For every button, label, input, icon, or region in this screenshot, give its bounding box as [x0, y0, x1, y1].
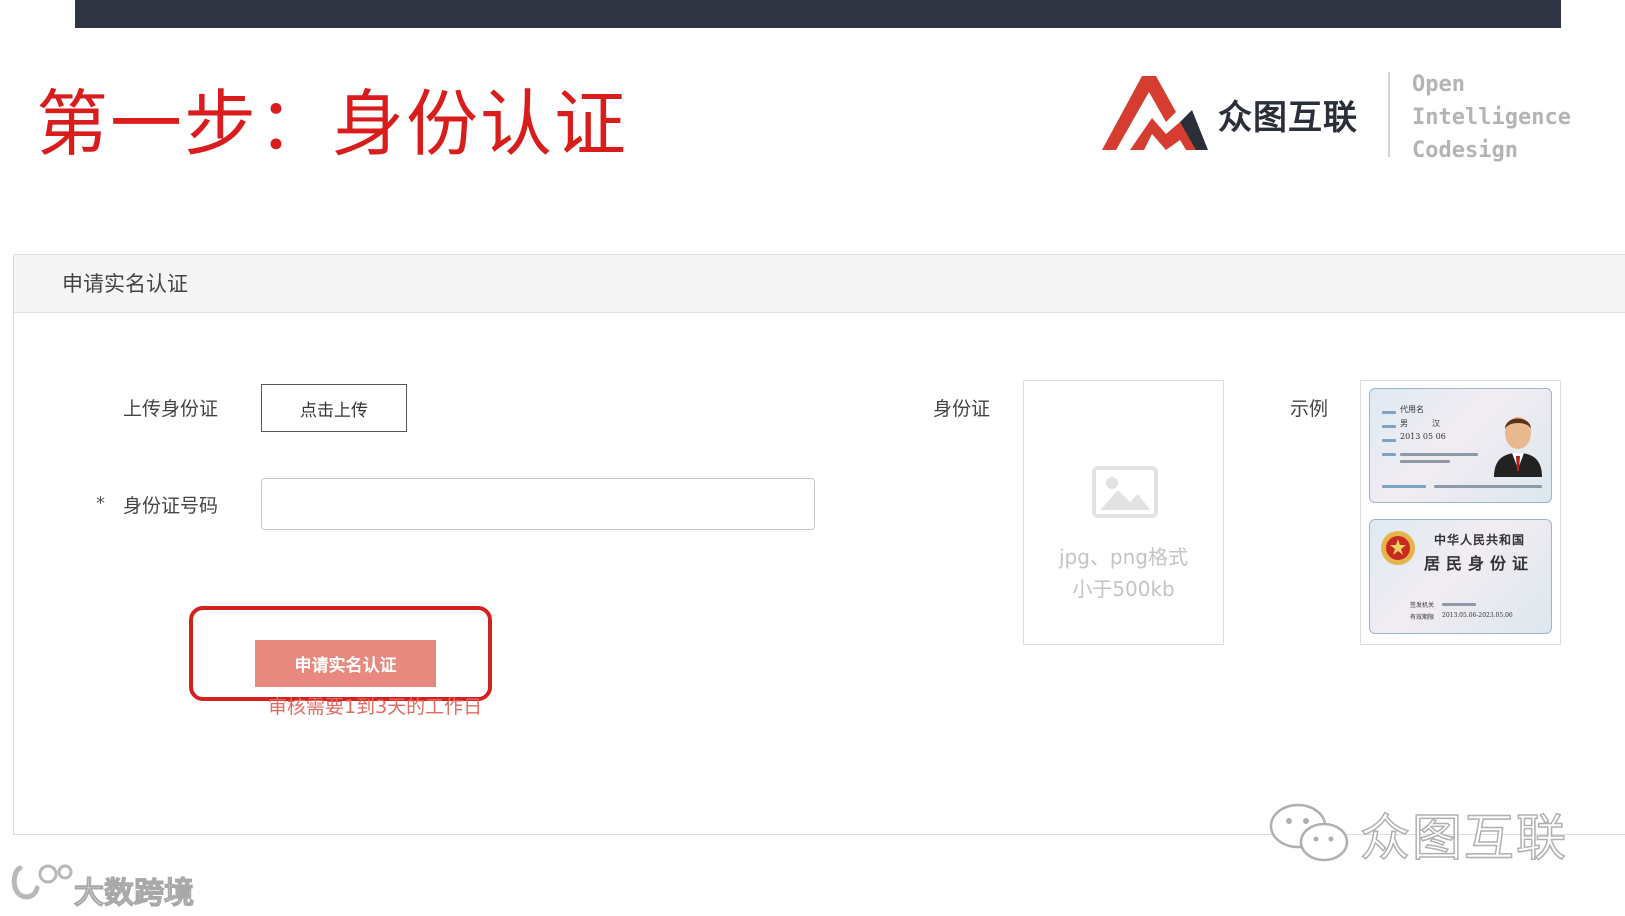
- brand-logo: 众图互联 Open Intelligence Codesign: [1100, 70, 1571, 165]
- tagline-line: Codesign: [1412, 138, 1518, 163]
- tagline-line: Open: [1412, 72, 1465, 97]
- brand-mark-icon: [1102, 76, 1208, 150]
- card-birth-field: 2013 05 06: [1400, 432, 1446, 441]
- submit-verification-button[interactable]: 申请实名认证: [255, 640, 436, 687]
- card-line: [1442, 603, 1476, 606]
- source-watermark: 大数跨境: [74, 876, 195, 912]
- card-country: 中华人民共和国: [1434, 533, 1526, 547]
- id-image-preview[interactable]: jpg、png格式 小于500kb: [1023, 380, 1224, 645]
- id-card-back-example: 中华人民共和国 居民身份证 签发机关 有效期限 2013.05.06-2023.…: [1369, 519, 1552, 634]
- card-line: [1382, 411, 1396, 414]
- id-number-label: 身份证号码: [123, 495, 219, 517]
- example-images: 代用名 男 汉 2013 05 06 中华人民共和国 居民身份证 签发机关 有效…: [1360, 380, 1561, 645]
- logo-divider: [1388, 72, 1390, 157]
- card-authority-label: 签发机关: [1410, 602, 1435, 609]
- card-line: [1382, 439, 1396, 442]
- national-emblem-icon: [1381, 531, 1415, 565]
- card-nation-field: 汉: [1432, 419, 1440, 428]
- tagline-line: Intelligence: [1412, 105, 1571, 130]
- step-title: 第一步：身份认证: [36, 82, 629, 166]
- top-bar: [75, 0, 1561, 28]
- example-label: 示例: [1290, 398, 1329, 420]
- source-watermark-icon: [11, 864, 73, 900]
- required-mark: *: [96, 493, 105, 514]
- wechat-icon: [1269, 803, 1349, 862]
- card-line: [1400, 460, 1450, 463]
- card-line: [1382, 485, 1426, 488]
- upload-button[interactable]: 点击上传: [261, 384, 407, 432]
- image-placeholder-icon: [1092, 466, 1158, 518]
- id-preview-label: 身份证: [933, 398, 991, 420]
- upload-label: 上传身份证: [123, 398, 219, 420]
- card-line: [1400, 453, 1478, 456]
- format-hint: jpg、png格式: [1058, 545, 1188, 569]
- card-title: 居民身份证: [1424, 554, 1535, 573]
- brand-name: 众图互联: [1218, 98, 1358, 138]
- wechat-watermark: 众图互联: [1359, 808, 1568, 868]
- card-line: [1382, 453, 1396, 456]
- card-line: [1434, 485, 1542, 488]
- id-number-input[interactable]: [261, 478, 815, 530]
- portrait-icon: [1494, 417, 1542, 477]
- review-note: 审核需要1到3天的工作日: [268, 696, 483, 718]
- card-validity-label: 有效期限: [1410, 614, 1435, 621]
- card-validity-value: 2013.05.06-2023.05.06: [1442, 612, 1513, 619]
- id-card-front-example: 代用名 男 汉 2013 05 06: [1369, 388, 1552, 503]
- card-name-field: 代用名: [1400, 405, 1424, 414]
- brand-tagline: Open Intelligence Codesign: [1412, 68, 1571, 167]
- card-sex-field: 男: [1400, 419, 1408, 428]
- panel-header: 申请实名认证: [14, 255, 1625, 313]
- card-line: [1382, 425, 1396, 428]
- size-hint: 小于500kb: [1072, 577, 1175, 601]
